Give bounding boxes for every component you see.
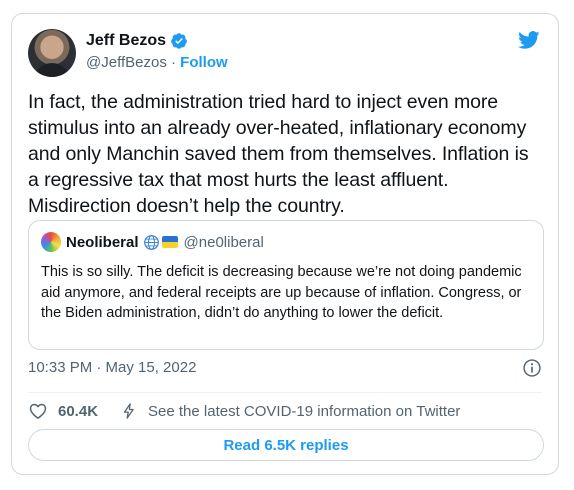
actions-divider xyxy=(28,392,542,393)
separator-dot: · xyxy=(166,54,181,71)
heart-icon[interactable] xyxy=(28,401,48,421)
globe-icon xyxy=(143,234,159,250)
author-avatar[interactable] xyxy=(28,29,76,77)
tweet-header: Jeff Bezos @JeffBezos · Follow xyxy=(28,29,542,79)
quoted-tweet[interactable]: Neoliberal @ne0liberal This is so silly.… xyxy=(28,220,544,350)
tweet-timestamp[interactable]: 10:33 PM · May 15, 2022 xyxy=(28,359,196,376)
tweet-actions: 60.4K See the latest COVID-19 informatio… xyxy=(28,399,460,423)
tweet-card: Jeff Bezos @JeffBezos · Follow In fact, … xyxy=(11,13,559,475)
quoted-tweet-text: This is so silly. The deficit is decreas… xyxy=(41,264,522,321)
likes-count[interactable]: 60.4K xyxy=(58,403,98,420)
quoted-author-name: Neoliberal xyxy=(66,233,139,251)
follow-button[interactable]: Follow xyxy=(180,54,228,71)
author-handle[interactable]: @JeffBezos xyxy=(86,54,167,71)
quoted-author-handle: @ne0liberal xyxy=(183,233,264,251)
ukraine-flag-icon xyxy=(161,236,178,248)
quoted-author-avatar xyxy=(41,232,61,252)
read-replies-button[interactable]: Read 6.5K replies xyxy=(28,429,544,461)
twitter-bird-icon[interactable] xyxy=(516,29,542,51)
info-icon[interactable] xyxy=(522,358,542,378)
author-name[interactable]: Jeff Bezos xyxy=(86,32,166,50)
lightning-icon xyxy=(123,403,134,419)
verified-badge-icon xyxy=(171,33,187,49)
quoted-tweet-header: Neoliberal @ne0liberal xyxy=(41,232,264,252)
author-handle-row: @JeffBezos · Follow xyxy=(86,54,228,71)
author-name-row: Jeff Bezos xyxy=(86,32,188,50)
covid-info-link[interactable]: See the latest COVID-19 information on T… xyxy=(148,403,460,420)
tweet-text: In fact, the administration tried hard t… xyxy=(28,91,529,217)
